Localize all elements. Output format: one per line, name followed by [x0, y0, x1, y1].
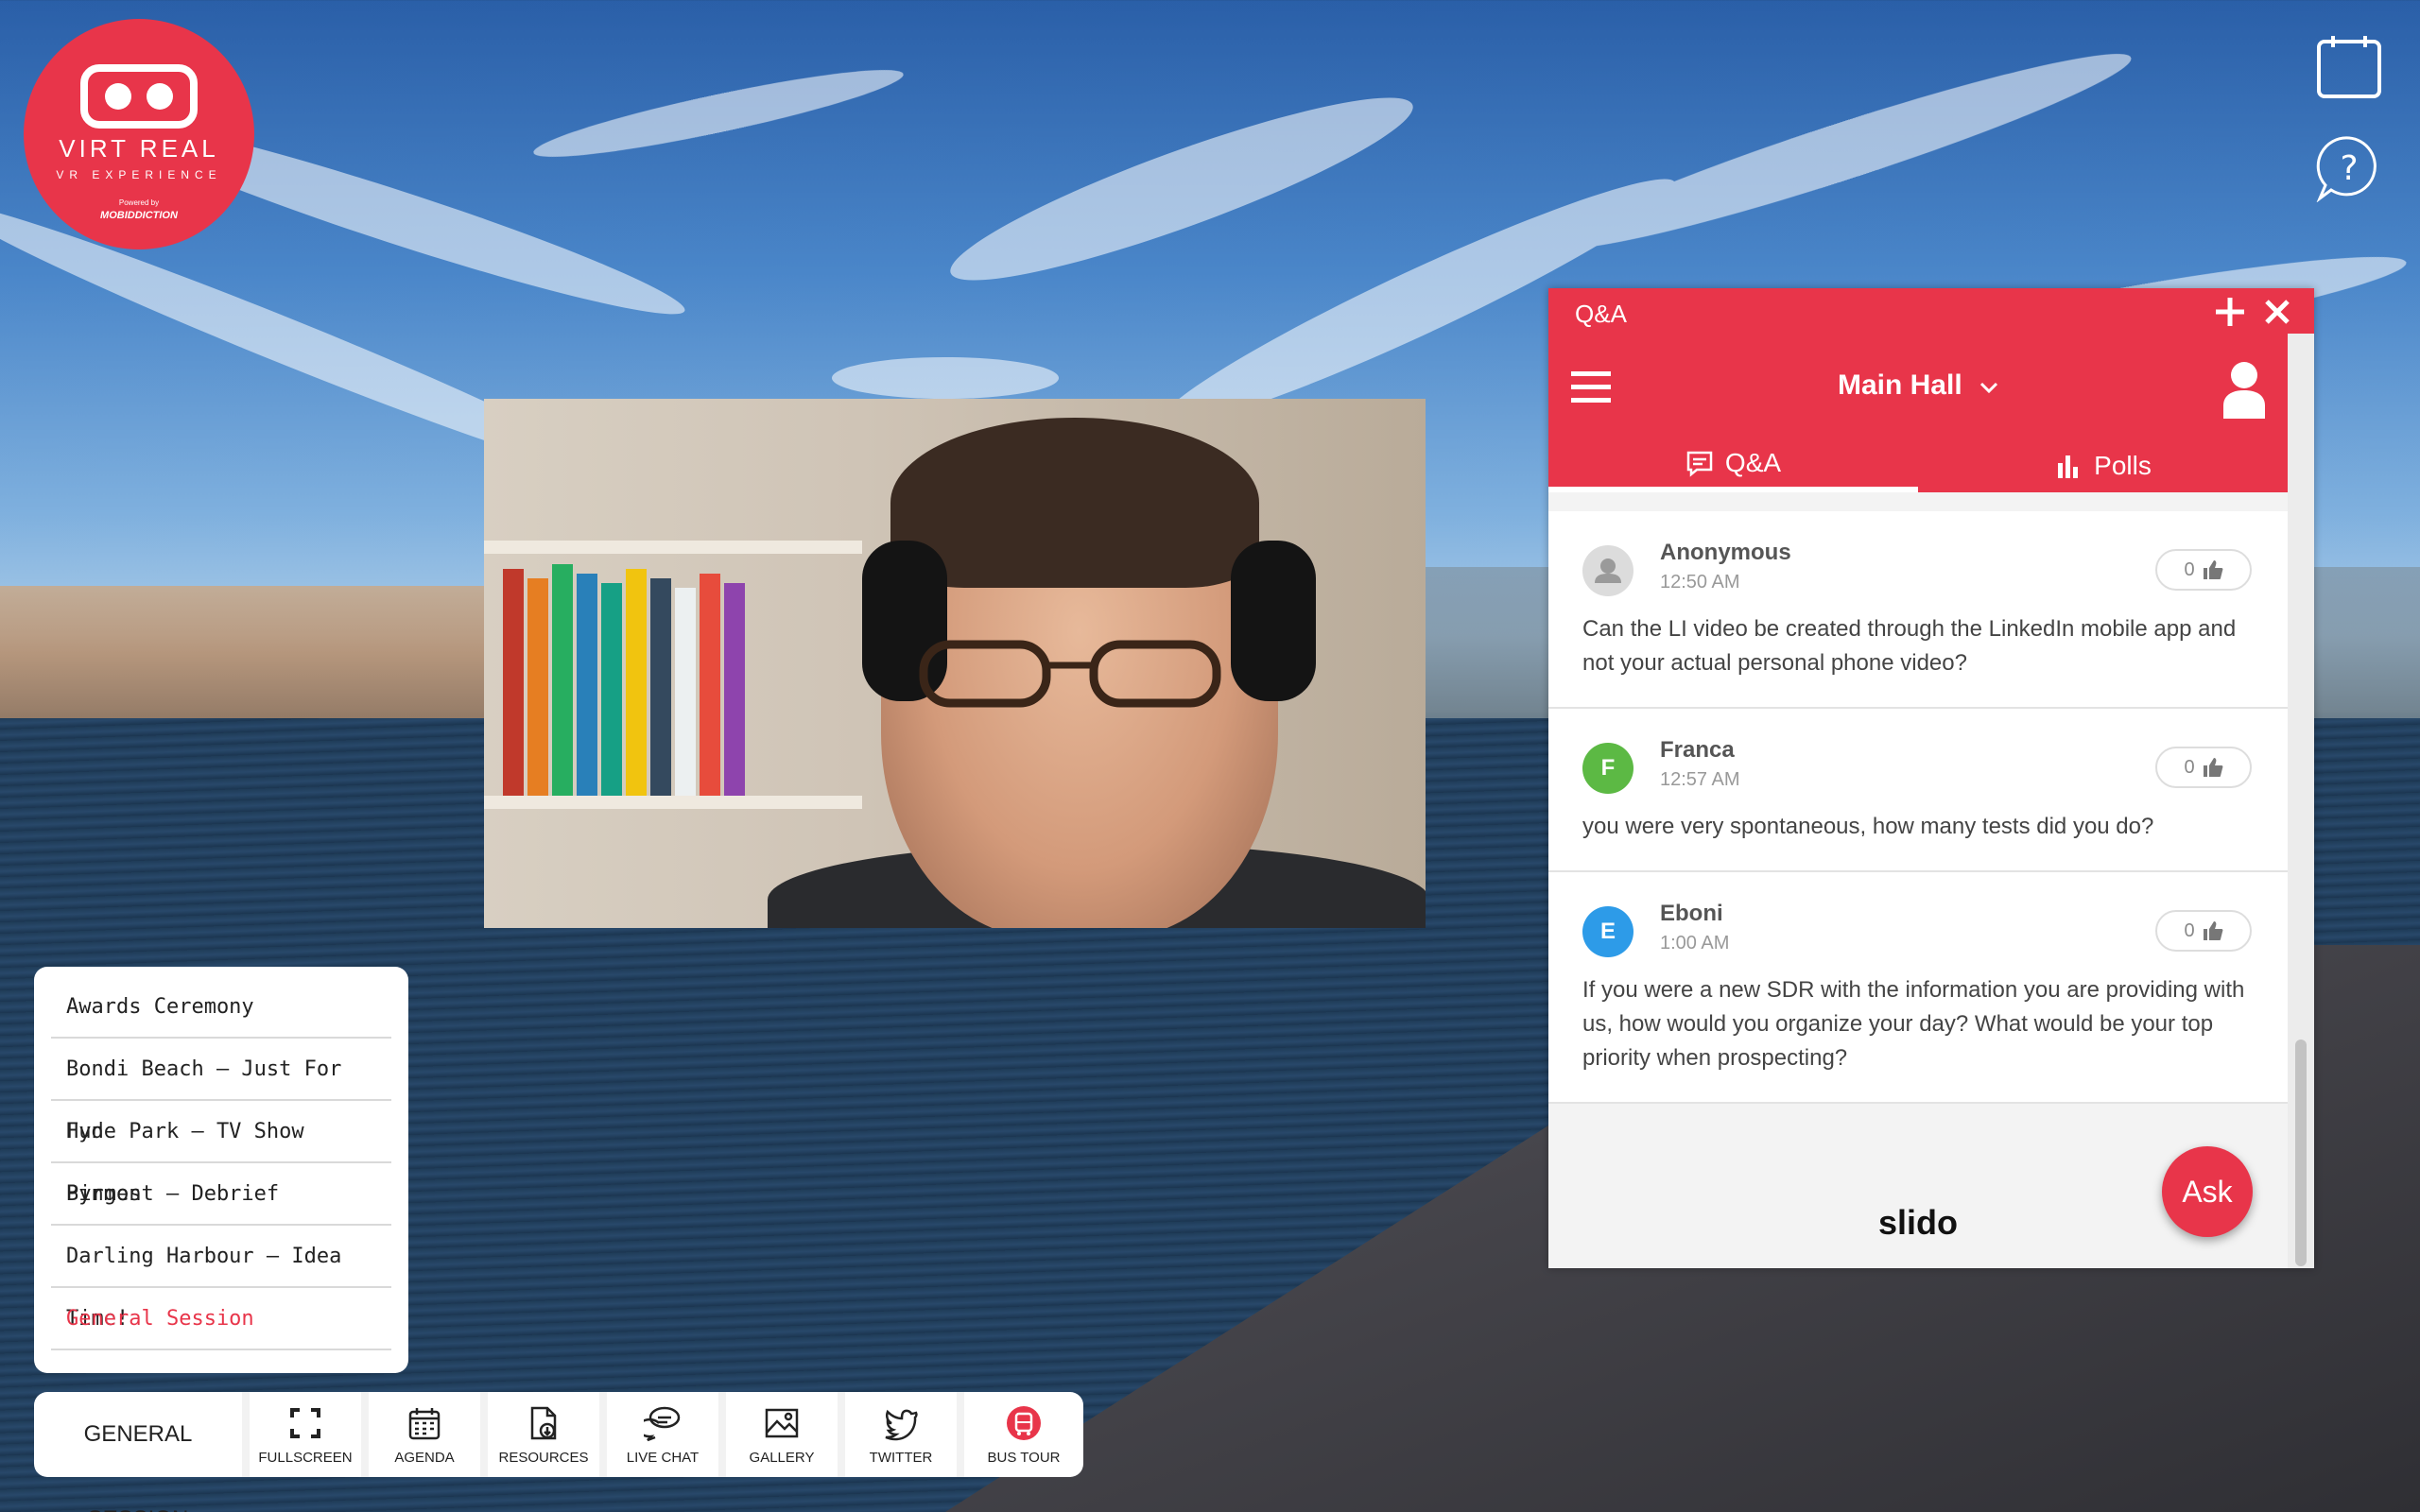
tab-label: Q&A	[1724, 448, 1782, 477]
fullscreen-button[interactable]: FULLSCREEN	[250, 1392, 369, 1477]
video-stream[interactable]	[484, 399, 1426, 928]
avatar	[1582, 545, 1634, 596]
calendar-icon	[408, 1407, 441, 1439]
like-button[interactable]: 0	[2155, 747, 2252, 788]
tool-label: RESOURCES	[498, 1449, 589, 1466]
chevron-down-icon	[1979, 382, 1998, 394]
vr-headset-icon	[80, 64, 198, 129]
logo-company: MOBIDDICTION	[100, 210, 178, 221]
qa-panel-title: Q&A	[1575, 300, 1627, 328]
logo-brand: VIRT REAL	[59, 134, 219, 163]
tab-label: Polls	[2094, 451, 2152, 480]
tool-label: LIVE CHAT	[626, 1449, 700, 1466]
session-list: Awards Ceremony Bondi Beach – Just For F…	[34, 967, 408, 1373]
question-item: E Eboni 1:00 AM 0 If you were a new SDR …	[1548, 872, 2288, 1104]
thumbs-up-icon	[2203, 921, 2222, 940]
avatar: E	[1582, 906, 1634, 957]
live-chat-button[interactable]: LIVE CHAT	[607, 1392, 726, 1477]
calendar-icon[interactable]	[2314, 32, 2384, 102]
image-icon	[765, 1408, 799, 1437]
like-count: 0	[2184, 919, 2195, 941]
bar-chart-icon	[2058, 455, 2079, 478]
speech-bubble-icon	[1686, 451, 1713, 477]
tab-polls[interactable]: Polls	[1918, 439, 2288, 492]
question-item: Anonymous 12:50 AM 0 Can the LI video be…	[1548, 511, 2288, 709]
session-item[interactable]: Bondi Beach – Just For Fun	[51, 1039, 391, 1143]
glasses	[919, 640, 1221, 708]
avatar: F	[1582, 743, 1634, 794]
question-list: Anonymous 12:50 AM 0 Can the LI video be…	[1548, 511, 2288, 1104]
bottom-toolbar: GENERAL SESSION FULLSCREEN AGENDA RESOUR…	[34, 1392, 1083, 1512]
session-item[interactable]: Hyde Park – TV Show Binges	[51, 1101, 391, 1206]
bus-icon	[1007, 1405, 1041, 1440]
bus-tour-button[interactable]: BUS TOUR	[964, 1392, 1083, 1477]
virt-real-logo[interactable]: VIRT REAL VR EXPERIENCE Powered by MOBID…	[24, 19, 254, 249]
like-button[interactable]: 0	[2155, 910, 2252, 952]
gallery-button[interactable]: GALLERY	[726, 1392, 845, 1477]
document-download-icon	[530, 1406, 557, 1439]
tool-label: GALLERY	[749, 1449, 815, 1466]
resources-button[interactable]: RESOURCES	[488, 1392, 607, 1477]
help-icon[interactable]: ?	[2314, 132, 2384, 202]
close-icon[interactable]	[2263, 298, 2291, 326]
agenda-button[interactable]: AGENDA	[369, 1392, 488, 1477]
thumbs-up-icon	[2203, 758, 2222, 777]
session-item[interactable]: Pyrmont – Debrief	[51, 1163, 391, 1226]
qa-panel: Q&A Main Hall Q&A Polls Anonymous 12:50 …	[1548, 288, 2314, 1268]
current-session-button[interactable]: GENERAL SESSION	[34, 1392, 250, 1512]
user-profile-icon[interactable]	[2221, 360, 2267, 419]
like-button[interactable]: 0	[2155, 549, 2252, 591]
move-icon[interactable]	[2214, 296, 2246, 328]
fullscreen-icon	[290, 1407, 320, 1438]
svg-text:?: ?	[2340, 149, 2358, 188]
question-text: Can the LI video be created through the …	[1582, 616, 2237, 676]
session-item[interactable]: Darling Harbour – Idea Time!	[51, 1226, 391, 1331]
like-count: 0	[2184, 558, 2195, 580]
room-selector[interactable]: Main Hall	[1548, 369, 2288, 402]
question-item: F Franca 12:57 AM 0 you were very sponta…	[1548, 709, 2288, 872]
chat-bubbles-icon	[644, 1406, 681, 1441]
anonymous-user-icon	[1595, 558, 1621, 583]
session-item-active[interactable]: General Session	[51, 1288, 391, 1350]
tool-label: TWITTER	[869, 1449, 933, 1466]
twitter-button[interactable]: TWITTER	[845, 1392, 964, 1477]
thumbs-up-icon	[2203, 560, 2222, 579]
shoreline-buildings	[0, 586, 492, 737]
bookshelf	[484, 541, 862, 554]
qa-titlebar: Q&A	[1548, 288, 2314, 334]
question-text: If you were a new SDR with the informati…	[1582, 977, 2245, 1071]
scrollbar-thumb[interactable]	[2295, 1040, 2307, 1266]
qa-header: Main Hall Q&A Polls	[1548, 334, 2288, 492]
question-text: you were very spontaneous, how many test…	[1582, 814, 2154, 839]
tool-label: BUS TOUR	[987, 1449, 1061, 1466]
tool-label: FULLSCREEN	[258, 1449, 353, 1466]
logo-tagline: VR EXPERIENCE	[56, 168, 222, 181]
room-name: Main Hall	[1837, 369, 1962, 401]
tab-qa[interactable]: Q&A	[1548, 439, 1918, 492]
session-item[interactable]: Awards Ceremony	[51, 976, 391, 1039]
ask-button[interactable]: Ask	[2162, 1146, 2253, 1237]
logo-powered-by: Powered by	[118, 198, 160, 207]
twitter-icon	[885, 1409, 918, 1440]
tool-label: AGENDA	[394, 1449, 455, 1466]
like-count: 0	[2184, 756, 2195, 778]
